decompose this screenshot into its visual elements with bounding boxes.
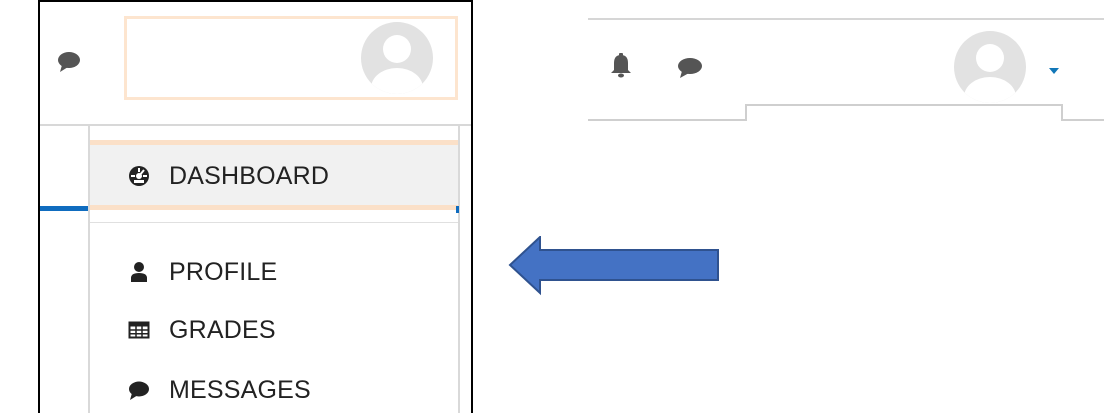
comment-icon[interactable] bbox=[56, 50, 82, 74]
nav-underline bbox=[40, 206, 88, 211]
navbar-top-border bbox=[588, 18, 1104, 20]
navbar bbox=[588, 18, 1104, 122]
user-menu-toggle[interactable] bbox=[124, 16, 458, 100]
table-icon bbox=[128, 319, 150, 341]
user-menu-panel: DASHBOARD PROFILE GRADES MESSAGES bbox=[38, 0, 473, 413]
left-arrow bbox=[508, 234, 722, 296]
avatar[interactable] bbox=[954, 31, 1026, 103]
menu-item-label: PROFILE bbox=[169, 257, 278, 286]
user-icon bbox=[128, 261, 150, 283]
menu-item-label: DASHBOARD bbox=[169, 161, 330, 190]
header-bar bbox=[40, 2, 471, 126]
caret-down-icon[interactable] bbox=[1048, 62, 1060, 74]
dashboard-icon bbox=[128, 165, 150, 187]
dropdown-menu: DASHBOARD PROFILE GRADES MESSAGES bbox=[88, 126, 460, 413]
menu-item-label: MESSAGES bbox=[169, 375, 311, 404]
nav-underline-end bbox=[456, 206, 459, 213]
bell-icon[interactable] bbox=[608, 52, 634, 80]
avatar[interactable] bbox=[361, 22, 433, 94]
comment-icon[interactable] bbox=[676, 56, 704, 80]
menu-item-messages[interactable]: MESSAGES bbox=[128, 370, 311, 410]
comment-icon bbox=[128, 379, 150, 401]
menu-divider bbox=[90, 222, 458, 223]
menu-item-label: GRADES bbox=[169, 315, 276, 344]
menu-item-dashboard[interactable]: DASHBOARD bbox=[128, 156, 329, 196]
menu-item-profile[interactable]: PROFILE bbox=[128, 252, 277, 292]
navbar-bottom-border bbox=[588, 102, 1104, 122]
menu-item-grades[interactable]: GRADES bbox=[128, 310, 276, 350]
